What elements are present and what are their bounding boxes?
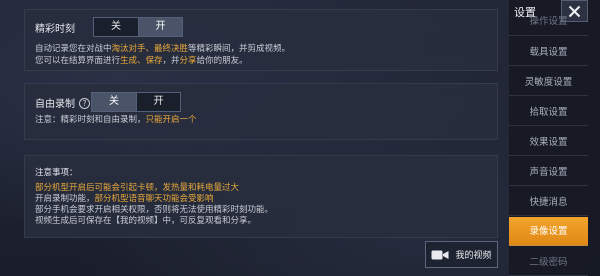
sidebar-item-vehicle[interactable]: 载具设置: [509, 39, 588, 66]
sidebar-item-secondary-password[interactable]: 二级密码: [509, 249, 588, 276]
sidebar-item-sensitivity[interactable]: 灵敏度设置: [509, 69, 588, 96]
free-record-toggle-off[interactable]: 关: [92, 93, 136, 111]
highlight-toggle-on[interactable]: 开: [138, 18, 182, 36]
my-video-label: 我的视频: [455, 251, 492, 261]
highlight-toggle-off[interactable]: 关: [94, 18, 138, 36]
highlight-title: 精彩时刻: [35, 24, 75, 35]
notes-title: 注意事项：: [35, 168, 78, 178]
highlight-desc-line1: 自动记录您在对战中淘汰对手、最终决胜等精彩瞬间，并剪成视频。: [35, 44, 291, 54]
sidebar-item-quick-message[interactable]: 快捷消息: [509, 189, 588, 216]
sidebar-item-pickup[interactable]: 拾取设置: [509, 99, 588, 126]
question-circle-icon[interactable]: ?: [79, 98, 90, 109]
free-record-title: 自由录制: [35, 99, 75, 110]
highlight-panel: 精彩时刻 关 开 自动记录您在对战中淘汰对手、最终决胜等精彩瞬间，并剪成视频。 …: [24, 9, 498, 71]
video-camera-icon: [431, 250, 449, 259]
notes-panel: 注意事项： 部分机型开启后可能会引起卡顿，发热量和耗电量过大 开启录制功能，部分…: [24, 155, 498, 238]
free-record-toggle[interactable]: 关 开: [91, 92, 181, 112]
sidebar-item-effects[interactable]: 效果设置: [509, 129, 588, 156]
sidebar-item-recording[interactable]: 录像设置: [509, 217, 588, 246]
sidebar-item-sound[interactable]: 声音设置: [509, 159, 588, 186]
notes-line-4: 视频生成后可保存在【我的视频】中，可反复观看和分享。: [35, 216, 257, 226]
free-record-panel: 自由录制? 关 开 注意：精彩时刻和自由录制，只能开启一个: [24, 83, 498, 140]
sidebar-item-controls[interactable]: 操作设置: [509, 10, 588, 36]
free-record-title-row: 自由录制?: [35, 95, 90, 110]
my-video-button[interactable]: 我的视频: [425, 241, 498, 268]
free-record-note: 注意：精彩时刻和自由录制，只能开启一个: [35, 115, 197, 125]
free-record-toggle-on[interactable]: 开: [136, 93, 180, 111]
highlight-toggle[interactable]: 关 开: [93, 17, 183, 37]
highlight-desc-line2: 您可以在结算界面进行生成、保存，并分享给你的朋友。: [35, 56, 248, 66]
